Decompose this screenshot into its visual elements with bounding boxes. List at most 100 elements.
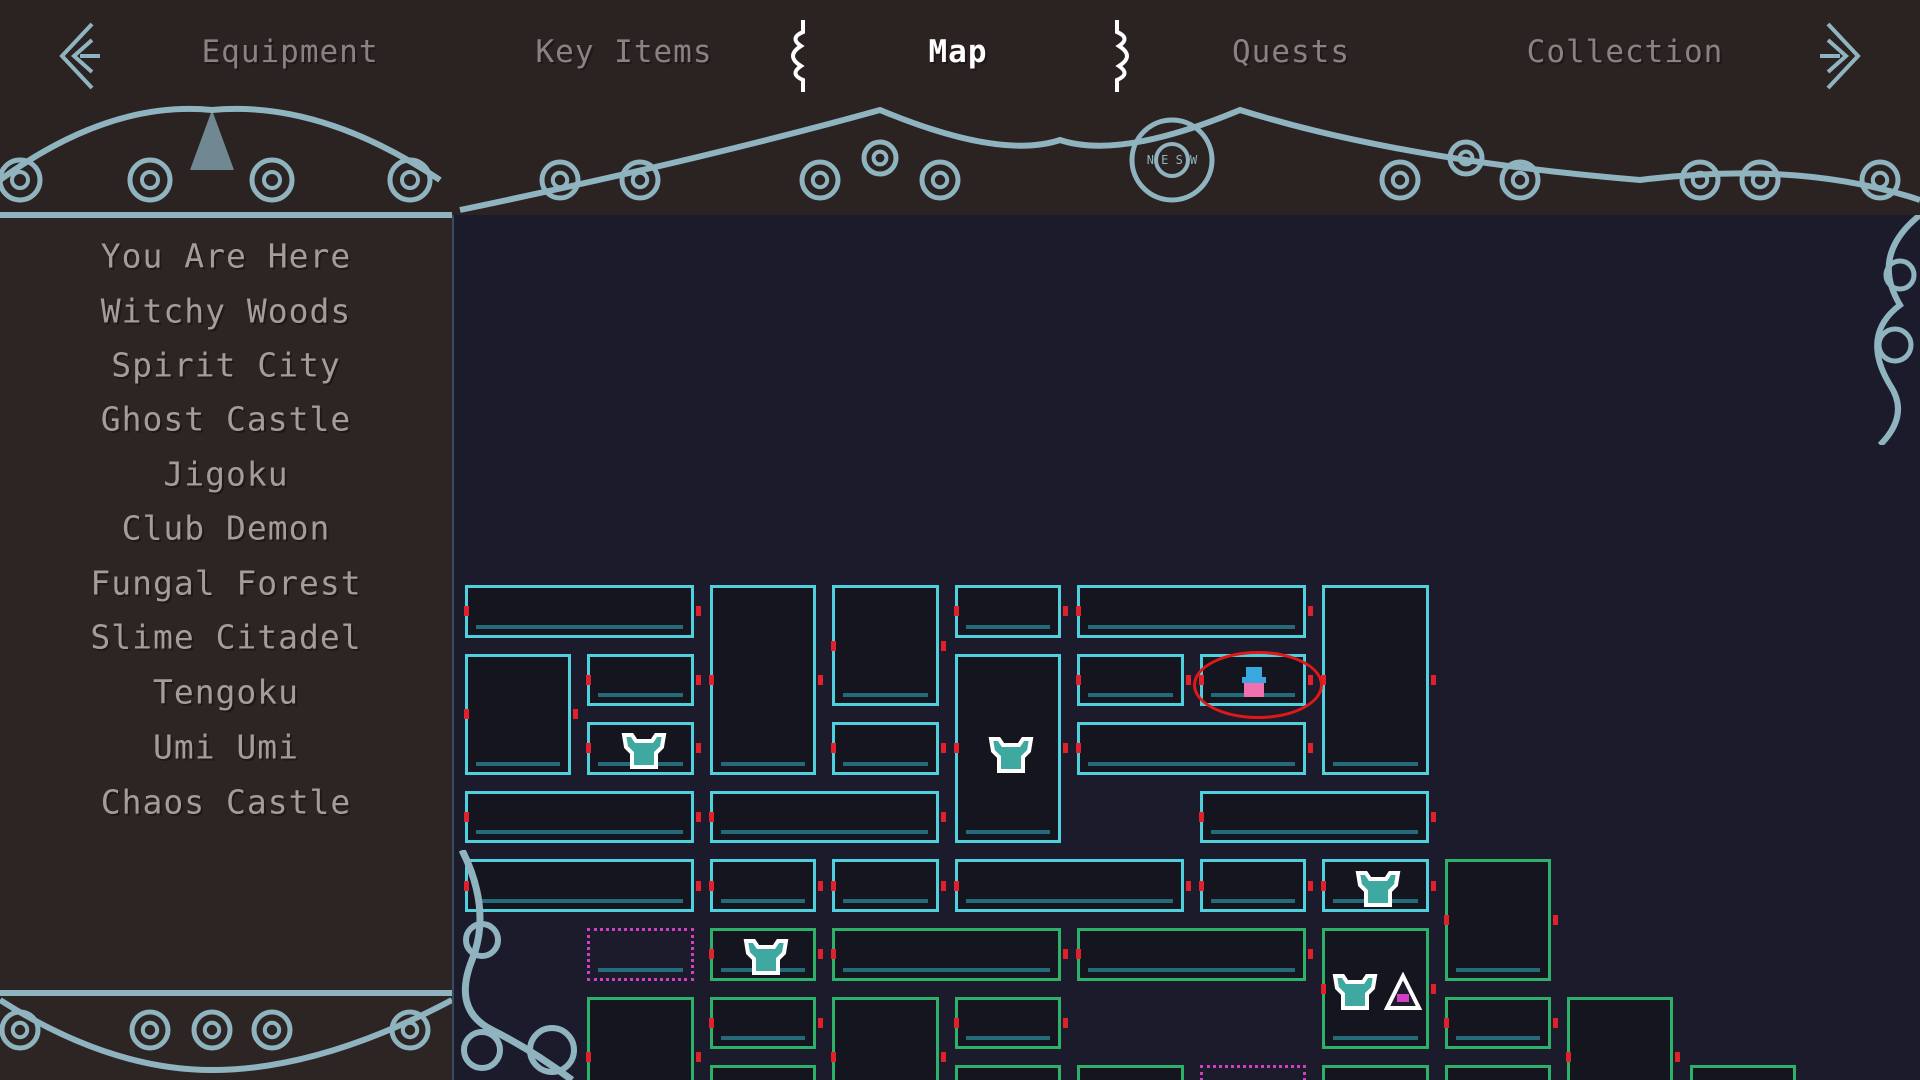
map-view[interactable] [452,215,1920,1080]
door-marker [586,674,592,685]
map-room [954,1065,1062,1080]
map-room [1076,722,1314,775]
map-room [953,653,1069,844]
map-room [831,722,946,775]
tab-key-items[interactable]: Key Items [536,34,713,70]
map-room [1076,585,1314,638]
region-item[interactable]: Fungal Forest [0,564,452,603]
region-item[interactable]: Club Demon [0,509,452,548]
map-room [1077,1065,1184,1080]
door-marker [695,674,701,685]
map-room [1321,585,1436,775]
map-room [953,996,1069,1050]
door-marker [708,949,714,960]
tab-equipment[interactable]: Equipment [202,34,379,70]
map-room [1076,653,1191,707]
ornament-bottom-border [0,990,452,1074]
door-marker [940,880,946,891]
map-room [1689,1065,1796,1080]
door-marker [1308,606,1314,617]
ornament-top-border: N E S W [0,105,1920,218]
door-marker [695,1052,701,1063]
shrine-icon[interactable] [1383,971,1423,1016]
map-room [708,790,946,844]
door-marker [831,743,837,754]
door-marker [1308,949,1314,960]
tab-map[interactable]: Map [929,34,988,70]
region-item[interactable]: Witchy Woods [0,292,452,331]
door-marker [1430,812,1436,823]
door-marker [1443,914,1449,925]
door-marker [940,743,946,754]
door-marker [464,606,469,617]
door-marker [953,880,959,891]
tab-collection[interactable]: Collection [1527,34,1724,70]
map-room [1198,790,1436,844]
relic-cup-icon[interactable] [740,937,792,981]
map-room [1322,1065,1429,1080]
region-item[interactable]: Spirit City [0,346,452,385]
relic-cup-icon[interactable] [1329,972,1381,1016]
tab-selector-right-icon [1115,20,1129,92]
region-item[interactable]: Jigoku [0,455,452,494]
relic-cup-icon[interactable] [1352,869,1404,913]
door-marker [695,812,701,823]
door-marker [1430,674,1436,685]
door-marker [940,1052,946,1063]
map-room [708,928,824,981]
ornament-map-corner [458,850,577,1080]
relic-cup-icon[interactable] [985,735,1037,779]
door-marker [831,949,837,960]
door-marker [1553,914,1559,925]
door-marker [695,606,701,617]
map-room [708,996,824,1050]
door-marker [1321,880,1327,891]
arrow-left-icon[interactable] [52,20,112,92]
door-marker [940,640,946,651]
map-room [1443,996,1559,1050]
door-marker [464,709,469,720]
region-item[interactable]: Chaos Castle [0,783,452,822]
region-item[interactable]: Tengoku [0,673,452,712]
door-marker [586,743,592,754]
ornament-right-border [1874,215,1920,445]
door-marker [1076,949,1082,960]
region-item[interactable]: Slime Citadel [0,618,452,657]
map-room [708,585,824,775]
map-room [831,859,946,912]
map-room [464,653,579,775]
map-room [586,722,701,775]
door-marker [1185,674,1191,685]
door-marker [708,1017,714,1028]
map-room [1444,1065,1552,1080]
door-marker [818,1017,824,1028]
tab-quests[interactable]: Quests [1232,34,1350,70]
door-marker [1430,880,1436,891]
door-marker [464,812,469,823]
map-room [953,859,1191,912]
map-room [831,928,1069,981]
region-item[interactable]: Umi Umi [0,728,452,767]
region-item[interactable]: Ghost Castle [0,400,452,439]
door-marker [940,812,946,823]
map-room [1076,928,1314,981]
door-marker [695,743,701,754]
door-marker [708,812,714,823]
door-marker [1566,1052,1572,1063]
door-marker [1076,674,1082,685]
door-marker [1063,949,1069,960]
door-marker [708,674,714,685]
map-room [1321,859,1436,913]
region-item[interactable]: You Are Here [0,237,452,276]
tab-selector-left-icon [791,20,805,92]
map-room [586,653,701,707]
door-marker [708,880,714,891]
door-marker [818,949,824,960]
door-marker [831,640,837,651]
arrow-right-icon[interactable] [1808,20,1868,92]
door-marker [1308,743,1314,754]
relic-cup-icon[interactable] [618,731,670,775]
door-marker [1063,606,1069,617]
map-room [708,859,824,912]
map-room [1198,859,1314,912]
